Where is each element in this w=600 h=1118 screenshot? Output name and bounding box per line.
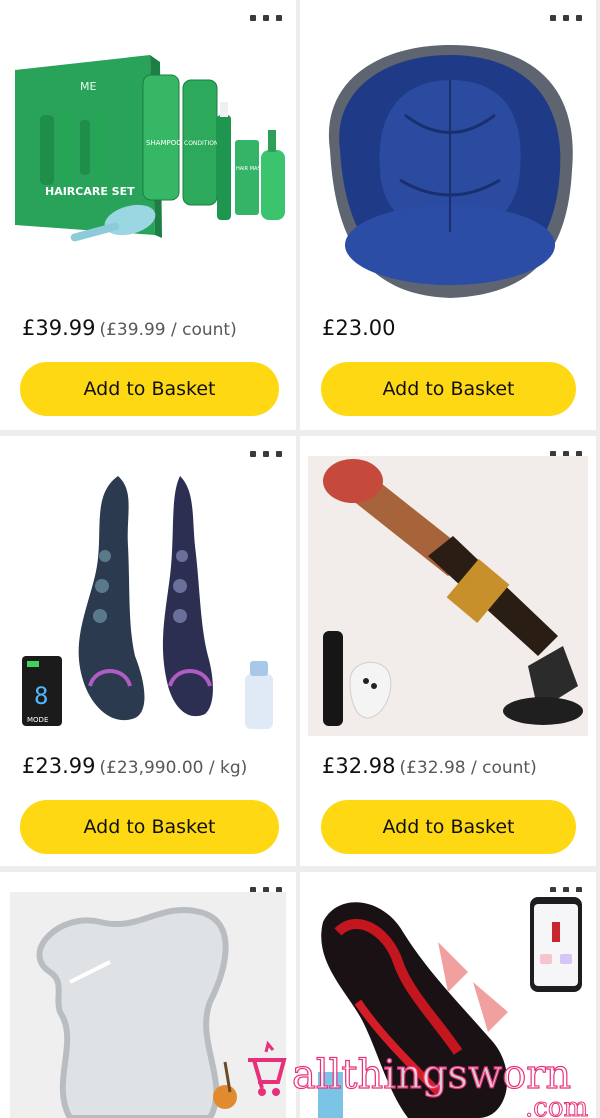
svg-text:HAIRCARE SET: HAIRCARE SET [45,185,135,198]
unit-price: (£23,990.00 / kg) [99,758,248,778]
price-label: £32.98 (£32.98 / count) [322,754,537,778]
svg-text:SHAMPOO: SHAMPOO [146,139,182,147]
add-to-basket-button[interactable]: Add to Basket [20,800,279,854]
product-card[interactable]: £23.00 Add to Basket [300,0,596,430]
svg-text:8: 8 [34,682,48,710]
haircare-set-image[interactable]: ME HAIRCARE SET SHAMPOO CONDITIONER HAIR… [10,20,286,300]
product-card[interactable]: ME HAIRCARE SET SHAMPOO CONDITIONER HAIR… [0,0,296,430]
price-label: £23.99 (£23,990.00 / kg) [22,754,248,778]
add-to-basket-button[interactable]: Add to Basket [321,800,576,854]
svg-text:.com: .com [525,1093,588,1118]
add-to-basket-button[interactable]: Add to Basket [321,362,576,416]
thrusting-machine-image[interactable] [308,456,588,736]
price-label: £39.99 (£39.99 / count) [22,316,237,340]
product-card[interactable]: 8 MODE £23.99 (£23,990.00 / kg) Add to Ba… [0,436,296,866]
unit-price: (£39.99 / count) [99,320,237,340]
svg-text:MODE: MODE [27,716,48,724]
watermark-logo: allthingsworn .com [248,1040,589,1118]
add-to-basket-button[interactable]: Add to Basket [20,362,279,416]
tentacle-toy-image[interactable]: 8 MODE [10,456,286,736]
svg-text:ME: ME [80,80,96,93]
product-card[interactable]: £32.98 (£32.98 / count) Add to Basket [300,436,596,866]
unit-price: (£32.98 / count) [399,758,537,778]
svg-text:HAIR MASK: HAIR MASK [236,166,265,172]
svg-text:allthingsworn: allthingsworn [292,1052,571,1098]
price-label: £23.00 [322,316,396,340]
product-grid: ME HAIRCARE SET SHAMPOO CONDITIONER HAIR… [0,0,600,1118]
seat-cushion-image[interactable] [310,20,586,300]
